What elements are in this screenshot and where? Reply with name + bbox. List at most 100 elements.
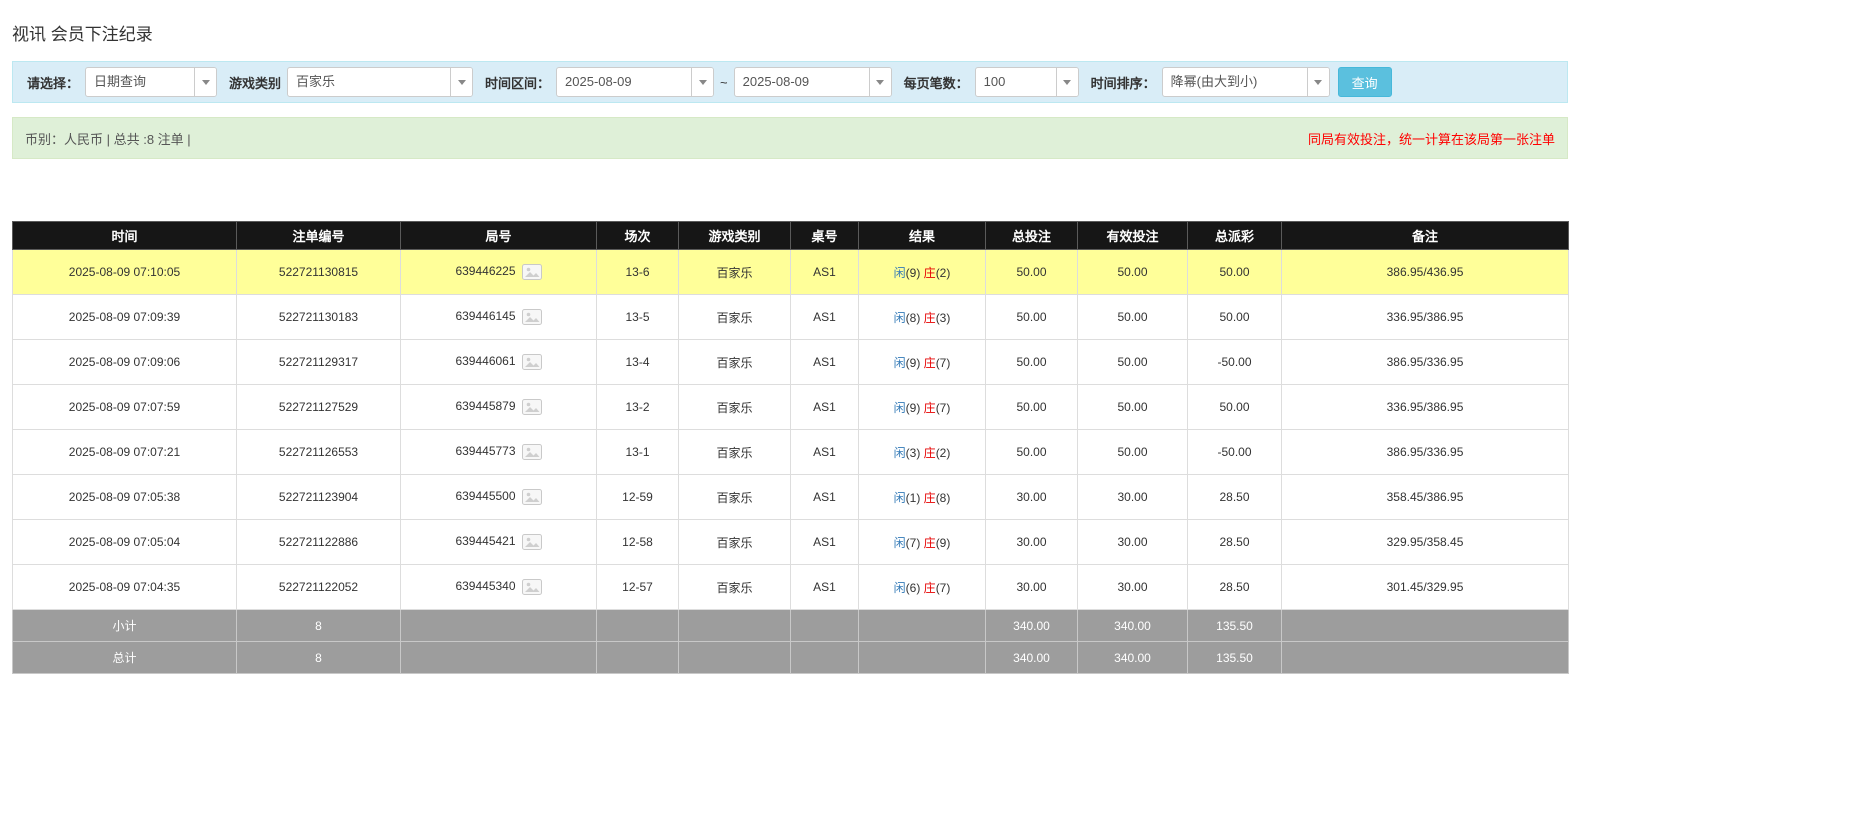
round-detail-icon[interactable] — [521, 579, 542, 595]
select-type-label: 请选择： — [27, 75, 80, 91]
summary-currency-count: 币别：人民币 | 总共 :8 注单 | — [25, 131, 191, 147]
cell-result: 闲(8) 庄(3) — [858, 294, 986, 340]
cell-payout: -50.00 — [1187, 339, 1282, 385]
cell-total-bet[interactable]: 50.00 — [985, 249, 1078, 295]
cell-remark: 386.95/336.95 — [1281, 339, 1569, 385]
table-row: 2025-08-09 07:07:59 522721127529 639445879… — [12, 384, 1569, 430]
round-detail-icon[interactable] — [521, 264, 542, 280]
bet-records-table: 时间 注单编号 局号 场次 游戏类别 桌号 结果 总投注 有效投注 总派彩 备注… — [12, 221, 1569, 674]
query-type-caret-button[interactable] — [194, 68, 217, 96]
cell-total-bet[interactable]: 50.00 — [985, 384, 1078, 430]
cell-bet-id: 522721130815 — [236, 249, 401, 295]
cell-total-bet[interactable]: 30.00 — [985, 519, 1078, 565]
date-range-tilde: ~ — [720, 74, 728, 90]
per-page-caret-button[interactable] — [1055, 68, 1078, 96]
cell-remark: 301.45/329.95 — [1281, 564, 1569, 610]
query-type-select[interactable]: 日期查询 — [85, 67, 218, 97]
cell-table-no: AS1 — [790, 519, 859, 565]
result-banker-score: (8) — [935, 490, 951, 505]
cell-time: 2025-08-09 07:09:39 — [12, 294, 237, 340]
cell-game-type: 百家乐 — [678, 339, 791, 385]
round-number: 639445879 — [455, 399, 516, 414]
date-from-input[interactable]: 2025-08-09 — [556, 67, 715, 97]
query-button[interactable]: 查询 — [1337, 67, 1392, 97]
cell-payout: 28.50 — [1187, 519, 1282, 565]
round-detail-icon[interactable] — [521, 534, 542, 550]
total-empty — [858, 641, 986, 674]
cell-session: 12-59 — [596, 474, 679, 520]
date-from-value: 2025-08-09 — [565, 74, 632, 89]
result-player-score: (3) — [905, 445, 921, 460]
result-banker-score: (7) — [935, 400, 951, 415]
cell-payout: 50.00 — [1187, 294, 1282, 340]
round-number: 639446061 — [455, 354, 516, 369]
round-detail-icon[interactable] — [521, 399, 542, 415]
header-time: 时间 — [12, 221, 237, 250]
cell-bet-id: 522721127529 — [236, 384, 401, 430]
round-number: 639445421 — [455, 534, 516, 549]
table-header: 时间 注单编号 局号 场次 游戏类别 桌号 结果 总投注 有效投注 总派彩 备注 — [12, 221, 1569, 250]
cell-bet-id: 522721129317 — [236, 339, 401, 385]
page-title: 视讯 会员下注纪录 — [12, 25, 153, 44]
cell-total-bet[interactable]: 50.00 — [985, 429, 1078, 475]
total-empty — [678, 641, 791, 674]
cell-payout: -50.00 — [1187, 429, 1282, 475]
subtotal-empty — [596, 609, 679, 642]
round-detail-icon[interactable] — [521, 309, 542, 325]
cell-payout: 50.00 — [1187, 249, 1282, 295]
header-remark: 备注 — [1281, 221, 1569, 250]
round-detail-icon[interactable] — [521, 444, 542, 460]
per-page-label: 每页笔数： — [903, 75, 969, 91]
header-total-bet: 总投注 — [985, 221, 1078, 250]
header-table-no: 桌号 — [790, 221, 859, 250]
cell-total-bet[interactable]: 30.00 — [985, 564, 1078, 610]
caret-down-icon — [698, 79, 707, 85]
date-from-caret-button[interactable] — [691, 68, 714, 96]
result-player-score: (7) — [905, 535, 921, 550]
game-type-select[interactable]: 百家乐 — [287, 67, 474, 97]
result-banker-label: 庄 — [923, 535, 936, 550]
round-number: 639446145 — [455, 309, 516, 324]
subtotal-row: 小计 8 340.00 340.00 135.50 — [12, 609, 1569, 642]
date-to-caret-button[interactable] — [868, 68, 891, 96]
cell-bet-id: 522721122886 — [236, 519, 401, 565]
date-to-input[interactable]: 2025-08-09 — [733, 67, 892, 97]
header-result: 结果 — [858, 221, 986, 250]
table-row: 2025-08-09 07:09:06 522721129317 639446061… — [12, 339, 1569, 385]
cell-total-bet[interactable]: 50.00 — [985, 294, 1078, 340]
cell-valid-bet: 30.00 — [1077, 564, 1188, 610]
time-sort-select[interactable]: 降幂(由大到小) — [1161, 67, 1330, 97]
table-footer: 小计 8 340.00 340.00 135.50 总计 8 340.00 34… — [12, 609, 1569, 674]
header-valid-bet: 有效投注 — [1077, 221, 1188, 250]
cell-total-bet[interactable]: 50.00 — [985, 339, 1078, 385]
subtotal-empty — [678, 609, 791, 642]
result-player-label: 闲 — [893, 265, 906, 280]
cell-payout: 50.00 — [1187, 384, 1282, 430]
cell-result: 闲(9) 庄(7) — [858, 384, 986, 430]
cell-session: 13-2 — [596, 384, 679, 430]
cell-table-no: AS1 — [790, 384, 859, 430]
total-label: 总计 — [12, 641, 237, 674]
total-row: 总计 8 340.00 340.00 135.50 — [12, 641, 1569, 674]
cell-time: 2025-08-09 07:07:21 — [12, 429, 237, 475]
summary-bar: 币别：人民币 | 总共 :8 注单 | 同局有效投注，统一计算在该局第一张注单 — [12, 117, 1568, 159]
result-banker-score: (3) — [935, 310, 951, 325]
subtotal-payout: 135.50 — [1187, 609, 1282, 642]
caret-down-icon — [1063, 79, 1072, 85]
round-detail-icon[interactable] — [521, 489, 542, 505]
header-payout: 总派彩 — [1187, 221, 1282, 250]
round-detail-icon[interactable] — [521, 354, 542, 370]
result-banker-label: 庄 — [923, 265, 936, 280]
time-sort-caret-button[interactable] — [1306, 68, 1329, 96]
result-player-label: 闲 — [893, 445, 906, 460]
per-page-select[interactable]: 100 — [974, 67, 1079, 97]
cell-session: 13-1 — [596, 429, 679, 475]
cell-table-no: AS1 — [790, 294, 859, 340]
caret-down-icon — [201, 79, 210, 85]
result-banker-score: (9) — [935, 535, 951, 550]
cell-remark: 386.95/336.95 — [1281, 429, 1569, 475]
cell-session: 13-4 — [596, 339, 679, 385]
game-type-caret-button[interactable] — [450, 68, 473, 96]
cell-total-bet[interactable]: 30.00 — [985, 474, 1078, 520]
filter-bar: 请选择： 日期查询 游戏类别 百家乐 时间区间： 2025-08-09 ~ 20… — [12, 61, 1568, 103]
